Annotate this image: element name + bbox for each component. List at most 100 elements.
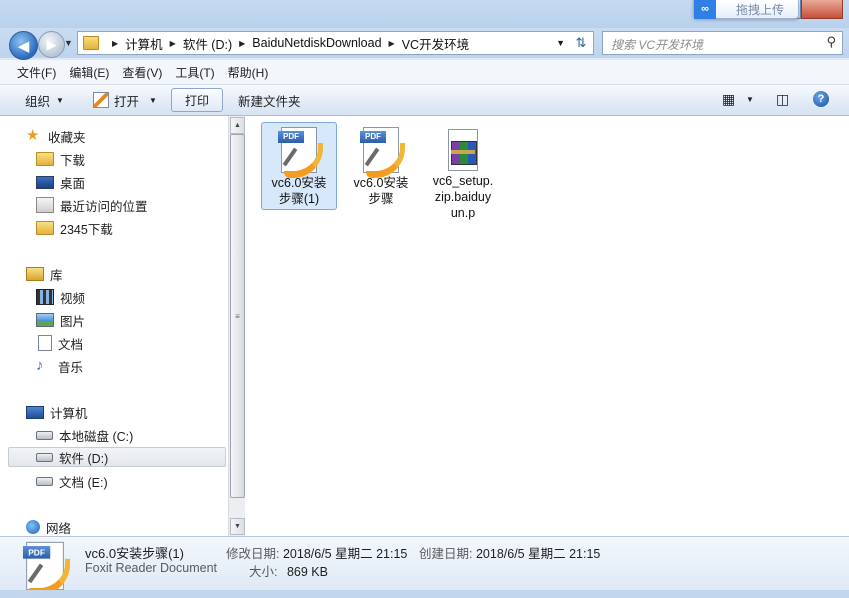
- modified-value: 2018/6/5 星期二 21:15: [282, 547, 408, 561]
- organize-button[interactable]: 组织 ▼: [25, 90, 64, 110]
- help-icon: ?: [813, 91, 829, 107]
- nav-desktop[interactable]: 桌面: [36, 172, 85, 192]
- forward-button[interactable]: ▶: [38, 31, 65, 58]
- nav-2345-downloads[interactable]: 2345下载: [36, 218, 113, 238]
- nav-scrollbar[interactable]: ▲ ≡ ▼: [228, 116, 245, 536]
- print-button[interactable]: 打印: [171, 88, 223, 112]
- file-item-pdf-1[interactable]: PDF vc6.0安装 步骤(1): [261, 122, 337, 210]
- scroll-down-button[interactable]: ▼: [230, 518, 245, 535]
- nav-label: 计算机: [50, 406, 88, 421]
- help-button[interactable]: ?: [813, 91, 829, 107]
- nav-label: 2345下载: [60, 222, 113, 237]
- breadcrumb-computer[interactable]: 计算机: [125, 34, 163, 53]
- desktop-icon: [36, 175, 54, 189]
- details-file-type: Foxit Reader Document: [85, 561, 218, 575]
- refresh-button[interactable]: ⇅: [569, 31, 594, 55]
- change-view-button[interactable]: ▦: [722, 91, 735, 108]
- nav-libraries[interactable]: 库: [26, 264, 63, 284]
- nav-drive-d[interactable]: 软件 (D:): [8, 447, 226, 467]
- nav-label: 最近访问的位置: [60, 199, 148, 214]
- nav-recent-places[interactable]: 最近访问的位置: [36, 195, 148, 215]
- nav-label: 下载: [60, 153, 86, 168]
- breadcrumb-drive-d[interactable]: 软件 (D:): [183, 34, 232, 53]
- foxit-open-icon: [93, 92, 109, 108]
- nav-documents[interactable]: 文档: [36, 333, 83, 353]
- menu-file[interactable]: 文件(F): [17, 64, 56, 81]
- menu-tools[interactable]: 工具(T): [175, 64, 214, 81]
- file-name-line: zip.baiduy: [434, 190, 492, 204]
- preview-pane-button[interactable]: ◫: [776, 91, 789, 108]
- network-globe-icon: [26, 520, 40, 534]
- nav-label: 视频: [60, 291, 86, 306]
- address-history-dropdown[interactable]: ▼: [556, 38, 565, 48]
- file-list-pane[interactable]: PDF vc6.0安装 步骤(1) PDF vc6.0安装 步骤 vc6_set…: [245, 116, 849, 536]
- star-icon: ★: [26, 127, 40, 144]
- nav-music[interactable]: ♪ 音乐: [36, 356, 83, 376]
- nav-label: 软件 (D:): [59, 451, 109, 466]
- nav-favorites[interactable]: ★ 收藏夹: [26, 126, 86, 146]
- picture-icon: [36, 313, 54, 327]
- close-button[interactable]: [801, 0, 843, 19]
- folder-icon: [36, 221, 54, 235]
- chevron-right-icon[interactable]: ▶: [112, 39, 118, 48]
- view-options-dropdown[interactable]: ▼: [746, 95, 754, 104]
- nav-label: 图片: [60, 314, 86, 329]
- chevron-right-icon[interactable]: ▶: [239, 39, 245, 48]
- open-button[interactable]: 打开 ▼: [93, 90, 157, 110]
- address-row: ◀ ▶ ▼ ▶ 计算机 ▶ 软件 (D:) ▶ BaiduNetdiskDown…: [0, 28, 849, 60]
- video-icon: [36, 289, 54, 305]
- file-name-line: vc6_setup.: [432, 174, 494, 188]
- created-label: 创建日期:: [419, 547, 473, 561]
- refresh-icon: ⇅: [575, 35, 587, 50]
- details-file-name: vc6.0安装步骤(1): [85, 546, 184, 561]
- new-folder-button[interactable]: 新建文件夹: [238, 90, 301, 110]
- new-folder-label: 新建文件夹: [238, 94, 301, 109]
- baidu-upload-label: 拖拽上传: [736, 2, 785, 17]
- nav-label: 库: [50, 268, 63, 283]
- computer-icon: [26, 405, 44, 419]
- details-created: 创建日期: 2018/6/5 星期二 21:15: [419, 543, 600, 562]
- details-modified: 修改日期: 2018/6/5 星期二 21:15: [226, 543, 407, 562]
- modified-label: 修改日期:: [226, 547, 280, 561]
- recent-pages-dropdown[interactable]: ▼: [64, 38, 73, 48]
- menu-edit[interactable]: 编辑(E): [69, 64, 109, 81]
- selected-pdf-icon: PDF: [22, 541, 71, 596]
- details-pane: PDF vc6.0安装步骤(1) Foxit Reader Document 修…: [0, 536, 849, 596]
- chevron-down-icon[interactable]: ▼: [149, 96, 157, 105]
- downloads-folder-icon: [36, 152, 54, 166]
- nav-network[interactable]: 网络: [26, 517, 71, 536]
- organize-label: 组织: [25, 94, 51, 109]
- file-item-pdf-2[interactable]: PDF vc6.0安装 步骤: [344, 123, 418, 207]
- nav-drive-e[interactable]: 文档 (E:): [36, 471, 108, 491]
- music-note-icon: ♪: [36, 357, 44, 374]
- breadcrumb-baidunetdisk[interactable]: BaiduNetdiskDownload: [252, 36, 381, 50]
- system-drive-icon: [36, 430, 53, 440]
- file-item-zip[interactable]: vc6_setup. zip.baiduy un.p: [426, 123, 500, 221]
- command-bar: 组织 ▼ 打开 ▼ 打印 新建文件夹 ▦ ▼ ◫ ?: [0, 85, 849, 116]
- nav-videos[interactable]: 视频: [36, 287, 85, 307]
- nav-pictures[interactable]: 图片: [36, 310, 85, 330]
- details-size: 大小: 869 KB: [249, 561, 328, 580]
- menu-help[interactable]: 帮助(H): [228, 64, 269, 81]
- nav-computer[interactable]: 计算机: [26, 402, 88, 422]
- nav-label: 文档 (E:): [59, 475, 108, 490]
- search-icon[interactable]: ⚲: [826, 34, 836, 50]
- baidu-upload-float[interactable]: ∞ 拖拽上传: [693, 0, 799, 19]
- scroll-thumb[interactable]: ≡: [230, 134, 245, 498]
- scroll-up-button[interactable]: ▲: [230, 117, 245, 134]
- libraries-icon: [26, 267, 44, 281]
- nav-drive-c[interactable]: 本地磁盘 (C:): [36, 425, 133, 445]
- nav-downloads[interactable]: 下载: [36, 149, 85, 169]
- address-bar[interactable]: ▶ 计算机 ▶ 软件 (D:) ▶ BaiduNetdiskDownload ▶…: [77, 31, 570, 55]
- back-button[interactable]: ◀: [9, 31, 38, 60]
- breadcrumb-vc-env[interactable]: VC开发环境: [402, 34, 469, 53]
- nav-label: 本地磁盘 (C:): [59, 429, 134, 444]
- search-input[interactable]: 搜索 VC开发环境 ⚲: [602, 31, 843, 55]
- search-placeholder: 搜索 VC开发环境: [611, 38, 704, 52]
- size-label: 大小:: [249, 565, 278, 579]
- menu-view[interactable]: 查看(V): [122, 64, 162, 81]
- recent-places-icon: [36, 197, 54, 213]
- chevron-right-icon[interactable]: ▶: [170, 39, 176, 48]
- arrow-left-icon: ◀: [17, 37, 30, 55]
- chevron-right-icon[interactable]: ▶: [389, 39, 395, 48]
